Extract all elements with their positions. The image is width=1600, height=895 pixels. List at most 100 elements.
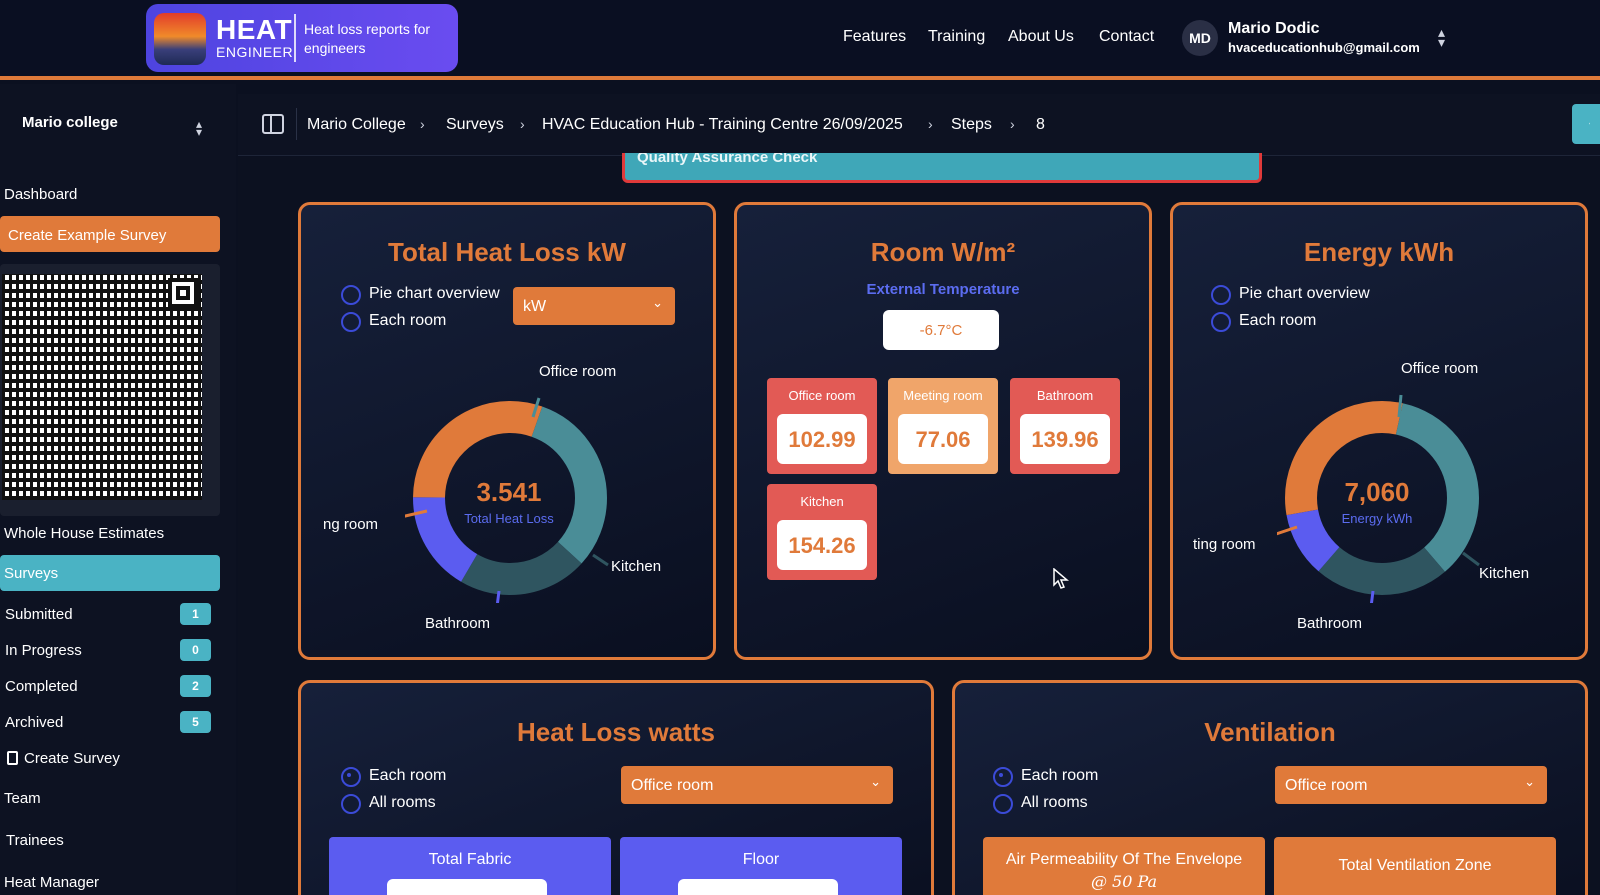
room-tile-kitchen[interactable]: Kitchen 154.26 — [767, 484, 877, 580]
sidebar-item-dashboard[interactable]: Dashboard — [4, 186, 77, 203]
room-select-value: Office room — [631, 777, 714, 794]
total-heat-loss-card: Total Heat Loss kW Pie chart overview Ea… — [298, 202, 716, 660]
logo-tagline: Heat loss reports for engineers — [304, 21, 431, 56]
external-temperature-label: External Temperature — [866, 281, 1020, 298]
mouse-cursor-icon — [1053, 568, 1069, 589]
create-example-survey-button[interactable]: Create Example Survey — [0, 216, 220, 252]
nav-features[interactable]: Features — [843, 28, 906, 46]
chevron-right-icon: › — [420, 116, 425, 132]
qr-code-icon — [2, 274, 202, 500]
room-wm2-card: Room W/m² External Temperature -6.7°C Of… — [734, 202, 1152, 660]
label-office-room: Office room — [1401, 360, 1479, 377]
next-step-button[interactable] — [1590, 104, 1600, 144]
nav-contact[interactable]: Contact — [1099, 28, 1154, 46]
external-temperature-value: -6.7°C — [883, 310, 999, 350]
sidebar-item-heat-manager[interactable]: Heat Manager — [4, 874, 99, 891]
each-room-radio[interactable]: Each room — [341, 312, 446, 332]
sidebar-item-whole-house-estimates[interactable]: Whole House Estimates — [4, 525, 164, 542]
room-select[interactable]: Office room ⌄ — [621, 766, 893, 804]
pie-chart-overview-radio[interactable]: Pie chart overview — [341, 285, 500, 305]
nav-training[interactable]: Training — [928, 28, 985, 46]
total-heat-loss-label: Total Heat Loss — [464, 511, 554, 526]
chevron-up-down-icon[interactable]: ▴ ▾ — [1438, 25, 1445, 49]
org-switcher-label[interactable]: Mario college — [22, 114, 118, 131]
room-name: Meeting room — [903, 388, 983, 403]
breadcrumb-surveys[interactable]: Surveys — [446, 116, 504, 134]
total-fabric-tile[interactable]: Total Fabric — [329, 837, 611, 895]
user-name: Mario Dodic — [1228, 20, 1320, 37]
sidebar-item-surveys[interactable]: Surveys — [0, 555, 220, 591]
room-value: 154.26 — [777, 520, 867, 570]
heat-loss-watts-card: Heat Loss watts Each room All rooms Offi… — [298, 680, 934, 895]
card-title: Energy kWh — [1303, 237, 1455, 267]
room-value: 139.96 — [1020, 414, 1110, 464]
room-select[interactable]: Office room ⌄ — [1275, 766, 1547, 804]
unit-select-value: kW — [523, 298, 547, 315]
unit-select[interactable]: kW ⌄ — [513, 287, 675, 325]
tile-label: Total Ventilation Zone — [1338, 857, 1492, 874]
pie-chart-overview-radio[interactable]: Pie chart overview — [1211, 285, 1370, 305]
leader-line — [1369, 590, 1375, 603]
card-title: Heat Loss watts — [517, 717, 715, 747]
air-permeability-tile[interactable]: Air Permeability Of The Envelope @ 50 Pa — [983, 837, 1265, 895]
card-title: Room W/m² — [870, 237, 1016, 267]
room-tile-meeting[interactable]: Meeting room 77.06 — [888, 378, 998, 474]
logo-title: HEAT — [216, 14, 293, 45]
breadcrumb-bar: Mario College › Surveys › HVAC Education… — [238, 94, 1600, 156]
logo-mark-icon — [154, 13, 206, 65]
logo-subtitle: ENGINEER — [216, 44, 294, 60]
room-tile-office[interactable]: Office room 102.99 — [767, 378, 877, 474]
logo-divider — [294, 14, 296, 62]
room-name: Kitchen — [800, 494, 844, 509]
tile-label-line-2: @ 50 Pa — [1090, 872, 1158, 891]
label-kitchen: Kitchen — [1479, 565, 1530, 582]
total-ventilation-zone-tile[interactable]: Total Ventilation Zone — [1274, 837, 1556, 895]
room-value: 102.99 — [777, 414, 867, 464]
user-email: hvaceducationhub@gmail.com — [1228, 40, 1420, 55]
chevron-right-icon: › — [928, 116, 933, 132]
heat-engineer-logo[interactable]: HEAT ENGINEER Heat loss reports for engi… — [146, 4, 458, 72]
all-rooms-radio[interactable]: All rooms — [993, 794, 1088, 814]
room-tile-bathroom[interactable]: Bathroom 139.96 — [1010, 378, 1120, 474]
total-heat-loss-value: 3.541 — [476, 477, 542, 507]
breadcrumb-step-number: 8 — [1036, 116, 1045, 133]
room-select-value: Office room — [1285, 777, 1368, 794]
floor-tile[interactable]: Floor — [620, 837, 902, 895]
nav-about-us[interactable]: About Us — [1008, 28, 1074, 46]
each-room-radio[interactable]: Each room — [993, 767, 1098, 787]
label-meeting-room: ting room — [1193, 536, 1256, 553]
sidebar: Mario college ▴ ▾ Dashboard Create Exampl… — [0, 84, 236, 895]
sidebar-item-completed[interactable]: Completed — [5, 678, 78, 695]
breadcrumb-steps[interactable]: Steps — [951, 116, 992, 134]
all-rooms-radio[interactable]: All rooms — [341, 794, 436, 814]
step-select[interactable]: Quality Assurance Check — [622, 153, 1262, 183]
user-avatar[interactable]: MD — [1182, 20, 1218, 56]
room-name: Bathroom — [1036, 388, 1094, 403]
chevron-up-down-icon[interactable]: ▴ ▾ — [196, 118, 202, 138]
sidebar-item-trainees[interactable]: Trainees — [6, 832, 64, 849]
sidebar-item-create-survey[interactable]: Create Survey — [7, 750, 120, 767]
chevron-right-icon: › — [1010, 116, 1015, 132]
leader-line — [495, 590, 501, 603]
divider — [296, 108, 297, 140]
each-room-radio[interactable]: Each room — [1211, 312, 1316, 332]
leader-line — [592, 553, 609, 567]
sidebar-item-team[interactable]: Team — [4, 790, 41, 807]
sidebar-item-in-progress[interactable]: In Progress — [5, 642, 82, 659]
sidebar-item-submitted[interactable]: Submitted — [5, 606, 73, 623]
label-bathroom: Bathroom — [1297, 615, 1363, 632]
sidebar-item-archived[interactable]: Archived — [5, 714, 63, 731]
panel-left-icon[interactable] — [262, 114, 284, 134]
breadcrumb-survey-name[interactable]: HVAC Education Hub - Training Centre 26/… — [542, 116, 903, 134]
in-progress-count-badge: 0 — [180, 639, 211, 661]
document-icon — [7, 751, 18, 765]
tile-value-box — [387, 879, 547, 895]
chevron-down-icon: ⌄ — [870, 774, 881, 789]
energy-value: 7,060 — [1344, 477, 1410, 507]
breadcrumb-mario-college[interactable]: Mario College — [307, 116, 406, 134]
archived-count-badge: 5 — [180, 711, 211, 733]
each-room-radio[interactable]: Each room — [341, 767, 446, 787]
step-select-value: Quality Assurance Check — [637, 153, 818, 166]
qr-code-panel — [0, 264, 220, 516]
label-kitchen: Kitchen — [611, 558, 662, 575]
